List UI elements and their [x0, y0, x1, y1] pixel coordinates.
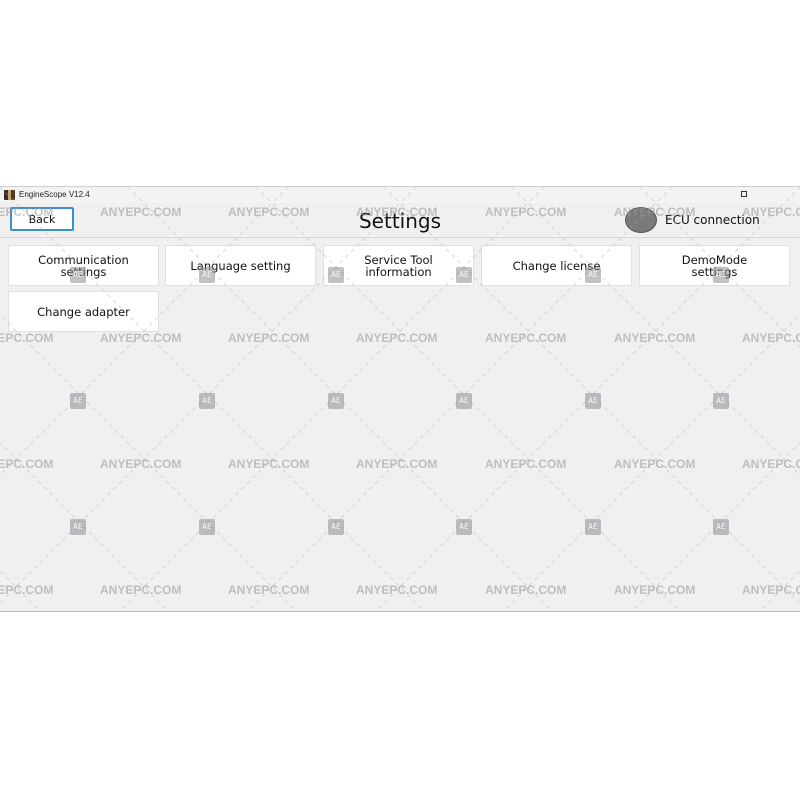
watermark-text: ANYEPC.COM [742, 457, 800, 471]
watermark-badge-icon: AE [328, 267, 344, 283]
watermark-badge-icon: AE [585, 393, 601, 409]
language-setting-button[interactable]: Language setting [165, 245, 316, 286]
watermark-text: ANYEPC.COM [614, 457, 696, 471]
watermark-text: ANYEPC.COM [614, 331, 696, 345]
watermark-badge-icon: AE [585, 519, 601, 535]
watermark-badge-icon: AE [713, 393, 729, 409]
watermark-badge-icon: AE [456, 267, 472, 283]
watermark-text: ANYEPC.COM [0, 457, 54, 471]
watermark-text: ANYEPC.COM [228, 331, 310, 345]
watermark-text: ANYEPC.COM [614, 583, 696, 597]
watermark-badge-icon: AE [199, 519, 215, 535]
watermark-text: ANYEPC.COM [0, 205, 54, 219]
watermark-badge-icon: AE [328, 393, 344, 409]
service-tool-information-button[interactable]: Service Tool information [323, 245, 474, 286]
watermark-badge-icon: AE [70, 267, 86, 283]
main-window: EngineScope V12.4 Back Settings ECU conn… [0, 186, 800, 612]
watermark-text: ANYEPC.COM [100, 583, 182, 597]
watermark-badge-icon: AE [70, 393, 86, 409]
watermark-badge-icon: AE [456, 519, 472, 535]
watermark-badge-icon: AE [199, 267, 215, 283]
header-divider [0, 237, 800, 238]
maximize-icon[interactable] [741, 191, 747, 197]
change-license-button[interactable]: Change license [481, 245, 632, 286]
watermark-text: ANYEPC.COM [0, 331, 54, 345]
watermark-text: ANYEPC.COM [228, 583, 310, 597]
watermark-badge-icon: AE [70, 519, 86, 535]
watermark-text: ANYEPC.COM [485, 205, 567, 219]
watermark-text: ANYEPC.COM [485, 331, 567, 345]
watermark-text: ANYEPC.COM [742, 583, 800, 597]
watermark-text: ANYEPC.COM [356, 205, 438, 219]
app-logo-icon [4, 190, 15, 200]
watermark-badge-icon: AE [713, 519, 729, 535]
watermark-text: ANYEPC.COM [485, 583, 567, 597]
watermark-text: ANYEPC.COM [742, 331, 800, 345]
watermark-text: ANYEPC.COM [742, 205, 800, 219]
watermark-text: ANYEPC.COM [0, 583, 54, 597]
watermark-text: ANYEPC.COM [485, 457, 567, 471]
watermark-text: ANYEPC.COM [356, 583, 438, 597]
watermark-text: ANYEPC.COM [614, 205, 696, 219]
watermark-badge-icon: AE [328, 519, 344, 535]
watermark-text: ANYEPC.COM [100, 457, 182, 471]
title-bar: EngineScope V12.4 [0, 187, 800, 203]
watermark-badge-icon: AE [585, 267, 601, 283]
watermark-text: ANYEPC.COM [228, 457, 310, 471]
watermark-text: ANYEPC.COM [228, 205, 310, 219]
watermark-badge-icon: AE [456, 393, 472, 409]
window-title: EngineScope V12.4 [19, 190, 90, 199]
change-adapter-button[interactable]: Change adapter [8, 291, 159, 332]
watermark-text: ANYEPC.COM [356, 457, 438, 471]
watermark-text: ANYEPC.COM [356, 331, 438, 345]
watermark-text: ANYEPC.COM [100, 331, 182, 345]
watermark-badge-icon: AE [713, 267, 729, 283]
watermark-badge-icon: AE [199, 393, 215, 409]
watermark-text: ANYEPC.COM [100, 205, 182, 219]
